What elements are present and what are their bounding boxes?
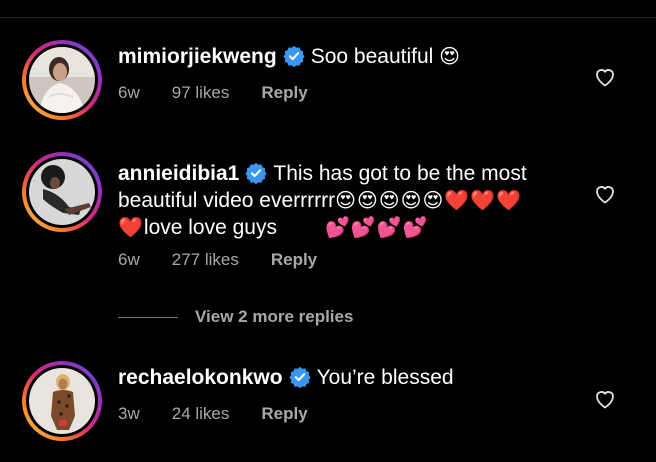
verified-badge-icon	[283, 45, 305, 67]
heart-outline-icon[interactable]	[593, 182, 617, 206]
comment-time: 6w	[118, 83, 140, 102]
heart-outline-icon[interactable]	[593, 387, 617, 411]
replies-divider	[118, 317, 178, 318]
comment-emojis-line3-suffix: 💕💕💕💕	[324, 215, 429, 239]
comment-username[interactable]: rechaelokonkwo	[118, 366, 283, 389]
verified-badge-icon	[288, 366, 311, 388]
avatar[interactable]	[22, 361, 102, 441]
comment-text-line2: beautiful video everrrrrr	[118, 189, 336, 212]
avatar-photo	[29, 159, 95, 225]
comment-likes[interactable]: 97 likes	[172, 83, 230, 102]
avatar-photo	[29, 47, 95, 113]
comment-text-line1: This has got to be the most	[273, 162, 527, 185]
comment-emojis-line3-prefix: ❤️	[118, 215, 144, 239]
comment-emojis: 😍	[439, 44, 462, 68]
avatar-photo	[29, 368, 95, 434]
comment-text: Soo beautiful	[310, 45, 434, 68]
heart-outline-icon[interactable]	[593, 65, 617, 89]
view-more-replies-label[interactable]: View 2 more replies	[195, 307, 353, 327]
reply-button[interactable]: Reply	[261, 83, 307, 102]
comment-time: 3w	[118, 404, 140, 423]
verified-badge-icon	[245, 162, 268, 184]
top-divider	[0, 17, 656, 18]
avatar[interactable]	[22, 40, 102, 120]
comment-time: 6w	[118, 250, 140, 269]
avatar[interactable]	[22, 152, 102, 232]
comment-text-line3: love love guys	[143, 216, 277, 239]
comment-text: You’re blessed	[316, 366, 454, 389]
comment-username[interactable]: mimiorjiekweng	[118, 45, 277, 68]
comment-likes[interactable]: 277 likes	[172, 250, 239, 269]
comment-emojis-line2: 😍😍😍😍😍❤️❤️❤️	[335, 188, 523, 212]
reply-button[interactable]: Reply	[261, 404, 307, 423]
comment-likes[interactable]: 24 likes	[172, 404, 230, 423]
comment-username[interactable]: annieidibia1	[118, 162, 239, 185]
reply-button[interactable]: Reply	[271, 250, 317, 269]
